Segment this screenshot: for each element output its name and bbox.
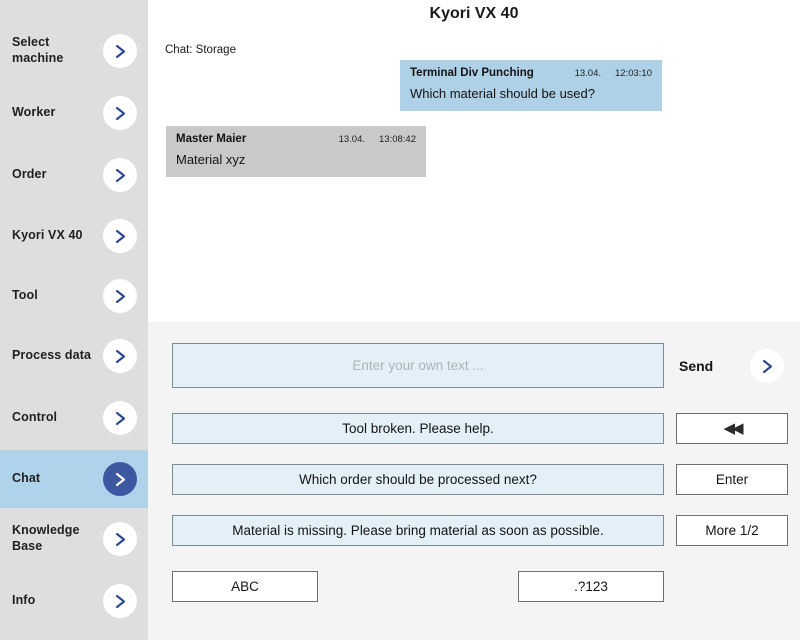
- sidebar-item-select-machine[interactable]: Select machine: [0, 22, 148, 80]
- send-button-label: Send: [679, 358, 714, 374]
- quick-reply-button[interactable]: Tool broken. Please help.: [172, 413, 664, 444]
- page-title: Kyori VX 40: [429, 5, 519, 22]
- chat-message-sender: Terminal Div Punching: [410, 67, 534, 79]
- app-root: Select machine Worker Order Kyori VX 40: [0, 0, 800, 640]
- keyboard-abc-button[interactable]: ABC: [172, 571, 318, 602]
- sidebar-item-control[interactable]: Control: [0, 389, 148, 447]
- enter-button[interactable]: Enter: [676, 464, 788, 495]
- quick-reply-button[interactable]: Which order should be processed next?: [172, 464, 664, 495]
- chat-message-sender: Master Maier: [176, 133, 247, 145]
- more-pages-button[interactable]: More 1/2: [676, 515, 788, 546]
- chat-message: Master Maier 13.04. 13:08:42 Material xy…: [166, 126, 426, 177]
- sidebar-item-info[interactable]: Info: [0, 572, 148, 630]
- sidebar-item-tool[interactable]: Tool: [0, 267, 148, 325]
- quick-reply-button[interactable]: Material is missing. Please bring materi…: [172, 515, 664, 546]
- sidebar: Select machine Worker Order Kyori VX 40: [0, 0, 148, 640]
- chevron-right-icon[interactable]: [103, 34, 137, 68]
- chevron-right-icon[interactable]: [103, 158, 137, 192]
- chat-message: Terminal Div Punching 13.04. 12:03:10 Wh…: [400, 60, 662, 111]
- chevron-right-icon[interactable]: [103, 584, 137, 618]
- chat-message-text: Which material should be used?: [410, 86, 595, 101]
- sidebar-item-knowledge-base[interactable]: Knowledge Base: [0, 510, 148, 568]
- sidebar-item-label: Kyori VX 40: [12, 228, 83, 243]
- rewind-button[interactable]: ◀◀: [676, 413, 788, 444]
- compose-input[interactable]: Enter your own text ...: [172, 343, 664, 388]
- chevron-right-icon[interactable]: [103, 522, 137, 556]
- chat-message-time: 13:08:42: [379, 134, 416, 145]
- sidebar-item-label: Worker: [12, 105, 56, 120]
- sidebar-item-chat[interactable]: Chat: [0, 450, 148, 508]
- sidebar-item-label: Process data: [12, 348, 92, 363]
- chevron-right-icon[interactable]: [103, 462, 137, 496]
- chat-message-header: Master Maier 13.04. 13:08:42: [176, 133, 416, 145]
- sidebar-item-label: Tool: [12, 288, 38, 303]
- chat-context-label: Chat: Storage: [165, 44, 236, 56]
- chevron-right-icon[interactable]: [103, 96, 137, 130]
- chevron-right-icon[interactable]: [103, 401, 137, 435]
- keyboard-symbols-button[interactable]: .?123: [518, 571, 664, 602]
- sidebar-item-order[interactable]: Order: [0, 146, 148, 204]
- chevron-right-icon[interactable]: [103, 219, 137, 253]
- sidebar-item-label: Chat: [12, 471, 41, 486]
- sidebar-item-worker[interactable]: Worker: [0, 84, 148, 142]
- chevron-right-icon[interactable]: [103, 279, 137, 313]
- input-panel: Enter your own text ... Send Tool broken…: [148, 322, 800, 640]
- chevron-right-icon[interactable]: [750, 349, 784, 383]
- chat-message-text: Material xyz: [176, 152, 246, 167]
- sidebar-item-process-data[interactable]: Process data: [0, 327, 148, 385]
- sidebar-item-label: Info: [12, 593, 36, 608]
- sidebar-item-kyori-vx-40[interactable]: Kyori VX 40: [0, 207, 148, 265]
- double-left-arrow-icon: ◀◀: [723, 420, 743, 437]
- chat-message-date: 13.04.: [574, 68, 602, 79]
- sidebar-item-label: Knowledge Base: [12, 523, 80, 553]
- sidebar-item-label: Select machine: [12, 35, 64, 65]
- chat-message-date: 13.04.: [338, 134, 366, 145]
- chat-message-time: 12:03:10: [615, 68, 652, 79]
- sidebar-item-label: Order: [12, 167, 47, 182]
- chat-message-header: Terminal Div Punching 13.04. 12:03:10: [410, 67, 652, 79]
- chevron-right-icon[interactable]: [103, 339, 137, 373]
- sidebar-item-label: Control: [12, 410, 58, 425]
- send-button[interactable]: Send: [676, 349, 800, 383]
